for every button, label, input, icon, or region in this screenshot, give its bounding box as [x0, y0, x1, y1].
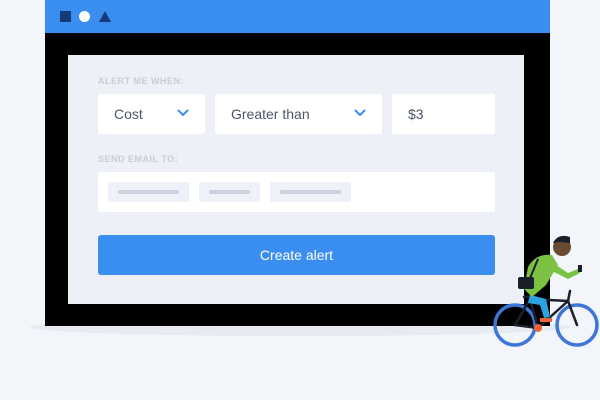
chevron-down-icon: [177, 109, 189, 116]
create-alert-button[interactable]: Create alert: [98, 235, 495, 275]
email-recipients-field[interactable]: [98, 172, 495, 212]
messenger-bag: [518, 277, 534, 289]
triangle-icon: [99, 11, 111, 22]
app-window: ALERT ME WHEN: Cost Greater than $3 SEND…: [45, 0, 550, 326]
cyclist-illustration: [493, 235, 599, 347]
email-chip-placeholder: [280, 190, 341, 194]
email-chip[interactable]: [270, 182, 351, 202]
chevron-down-icon: [354, 109, 366, 116]
email-chip-placeholder: [118, 190, 179, 194]
alert-form-panel: ALERT ME WHEN: Cost Greater than $3 SEND…: [68, 55, 524, 304]
window-titlebar: [45, 0, 550, 33]
square-icon: [60, 11, 71, 22]
metric-select[interactable]: Cost: [98, 94, 205, 134]
circle-icon: [79, 11, 90, 22]
cyclist-arm: [548, 261, 580, 279]
email-chip[interactable]: [199, 182, 260, 202]
email-section-label: SEND EMAIL TO:: [98, 154, 179, 164]
comparison-select-value: Greater than: [231, 106, 310, 122]
alert-section-label: ALERT ME WHEN:: [98, 76, 184, 86]
threshold-input[interactable]: $3: [392, 94, 495, 134]
cyclist-hair: [553, 235, 570, 243]
threshold-input-value: $3: [408, 106, 424, 122]
cyclist-shirt: [524, 254, 558, 297]
comparison-select[interactable]: Greater than: [215, 94, 382, 134]
cyclist-shoe: [540, 318, 552, 322]
metric-select-value: Cost: [114, 106, 143, 122]
phone-icon: [578, 265, 582, 272]
email-chip-placeholder: [209, 190, 250, 194]
email-chip[interactable]: [108, 182, 189, 202]
bike-crank: [534, 324, 542, 332]
